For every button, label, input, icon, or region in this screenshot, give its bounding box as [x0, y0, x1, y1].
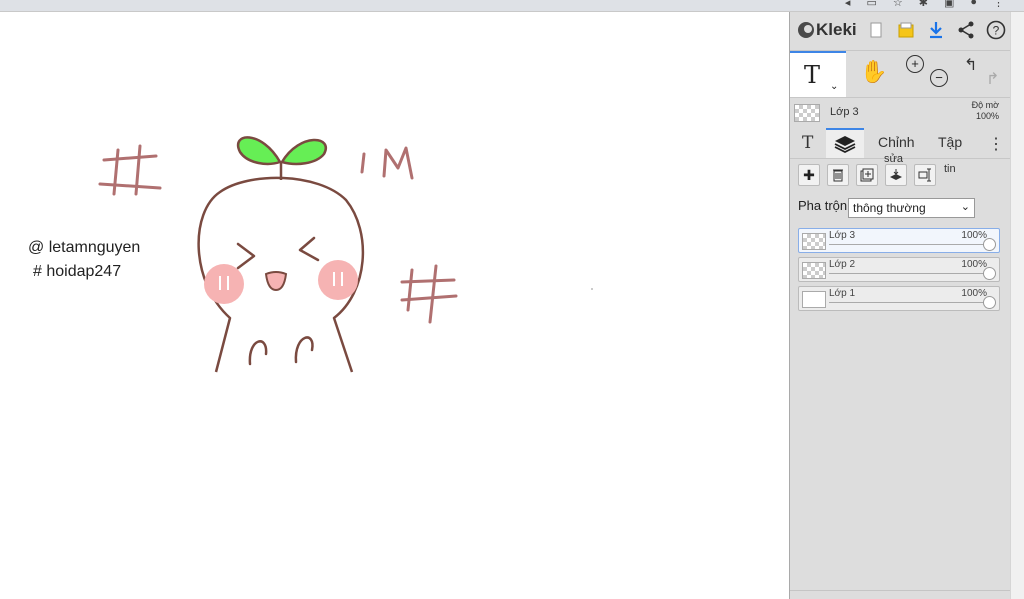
speaker-icon[interactable]: ◂ — [845, 0, 851, 9]
layer-thumbnail — [802, 233, 826, 250]
drawing-canvas[interactable]: @ letamnguyen # hoidap247 — [0, 12, 789, 599]
add-layer-icon[interactable]: ✚ — [798, 164, 820, 186]
current-layer-thumbnail — [794, 104, 820, 122]
avatar-icon[interactable]: ● — [970, 0, 977, 9]
tab-more[interactable]: ⋮ — [988, 134, 1004, 154]
opacity-value: 100% — [975, 111, 999, 121]
puzzle-icon[interactable]: ✱ — [919, 0, 928, 9]
new-page-icon[interactable] — [865, 19, 887, 41]
menu-dots-icon[interactable]: ⋮ — [993, 0, 1004, 9]
zoom-out-icon[interactable]: − — [930, 69, 948, 87]
help-icon[interactable]: ? — [985, 19, 1007, 41]
opacity-label: Độ mờ — [971, 100, 999, 110]
rename-layer-icon[interactable] — [914, 164, 936, 186]
kleki-logo[interactable]: Kleki — [798, 20, 857, 40]
mouth — [264, 271, 288, 292]
merge-down-icon[interactable] — [885, 164, 907, 186]
im-doodle — [360, 146, 414, 180]
eyes — [236, 236, 320, 270]
layer-thumbnail — [802, 262, 826, 279]
zoom-in-icon[interactable]: + — [906, 55, 924, 73]
hand-icon[interactable]: ✋ — [860, 59, 887, 85]
chevron-down-icon: ⌄ — [960, 201, 970, 213]
blend-label: Pha trộn — [798, 198, 848, 213]
text-tool-button[interactable]: T ⌄ — [790, 51, 846, 97]
layer-row-2[interactable]: Lớp 2 100% — [798, 257, 1000, 282]
opacity-slider-knob[interactable] — [983, 238, 996, 251]
hash-doodle-left — [98, 144, 162, 196]
browser-icons: ◂ ▭ ☆ ✱ ▣ ● ⋮ — [845, 0, 1004, 9]
merge-note: sửa — [884, 153, 903, 165]
share-icon[interactable] — [955, 19, 977, 41]
opacity-slider-knob[interactable] — [983, 296, 996, 309]
tab-file[interactable]: Tập — [938, 134, 962, 150]
tab-layers[interactable] — [826, 128, 864, 158]
blend-mode-select[interactable]: thông thường ⌄ — [848, 198, 975, 218]
svg-text:?: ? — [992, 24, 999, 38]
tab-text[interactable]: T — [802, 133, 813, 153]
stray-dot — [591, 288, 593, 290]
drawing-artwork — [98, 136, 593, 373]
layer-thumbnail — [802, 291, 826, 308]
delete-layer-icon[interactable] — [827, 164, 849, 186]
star-icon[interactable]: ☆ — [893, 0, 903, 9]
undo-icon[interactable]: ↰ — [964, 55, 977, 75]
watermark-author: @ letamnguyen — [28, 239, 141, 256]
panel-bottom-bar — [790, 590, 1011, 599]
text-tool-icon: T — [804, 61, 821, 89]
hash-doodle-right — [400, 264, 458, 324]
top-bar: Kleki ? — [790, 12, 1011, 48]
opacity-slider-track[interactable] — [829, 302, 985, 303]
folder-icon[interactable] — [895, 19, 917, 41]
logo-text: Kleki — [816, 20, 857, 39]
feet — [248, 336, 314, 366]
duplicate-layer-icon[interactable] — [856, 164, 878, 186]
layer-name: Lớp 3 — [829, 230, 856, 241]
layer-opacity: 100% — [961, 259, 987, 270]
page-icon[interactable]: ▭ — [866, 0, 876, 9]
redo-icon[interactable]: ↱ — [986, 69, 999, 89]
layer-opacity: 100% — [961, 288, 987, 299]
sprout — [236, 136, 327, 180]
kleki-logo-icon — [798, 22, 814, 38]
tab-edit[interactable]: Chỉnh — [878, 134, 915, 150]
opacity-slider-track[interactable] — [829, 273, 985, 274]
download-icon[interactable] — [925, 19, 947, 41]
right-panel: Kleki ? T ⌄ ✋ + − ↰ ↱ Lớp 3 Độ mờ 100% T… — [789, 12, 1011, 599]
opacity-slider-track[interactable] — [829, 244, 985, 245]
layers-icon — [834, 136, 856, 154]
layer-name: Lớp 1 — [829, 288, 856, 299]
tool-row: T ⌄ ✋ + − ↰ ↱ — [790, 50, 1011, 98]
blend-mode-value: thông thường — [853, 201, 926, 215]
layer-row-1[interactable]: Lớp 1 100% — [798, 286, 1000, 311]
scrollbar[interactable] — [1010, 12, 1024, 599]
chevron-down-icon[interactable]: ⌄ — [830, 81, 838, 92]
layer-row-3[interactable]: Lớp 3 100% — [798, 228, 1000, 253]
current-layer-name: Lớp 3 — [830, 106, 859, 118]
layer-name: Lớp 2 — [829, 259, 856, 270]
window-icon[interactable]: ▣ — [944, 0, 954, 9]
browser-toolbar-strip: ◂ ▭ ☆ ✱ ▣ ● ⋮ — [0, 0, 1024, 12]
layer-opacity: 100% — [961, 230, 987, 241]
watermark-tag: # hoidap247 — [33, 263, 122, 280]
rename-note: tin — [944, 163, 956, 175]
current-layer-info: Lớp 3 Độ mờ 100% — [790, 98, 1011, 126]
opacity-slider-knob[interactable] — [983, 267, 996, 280]
